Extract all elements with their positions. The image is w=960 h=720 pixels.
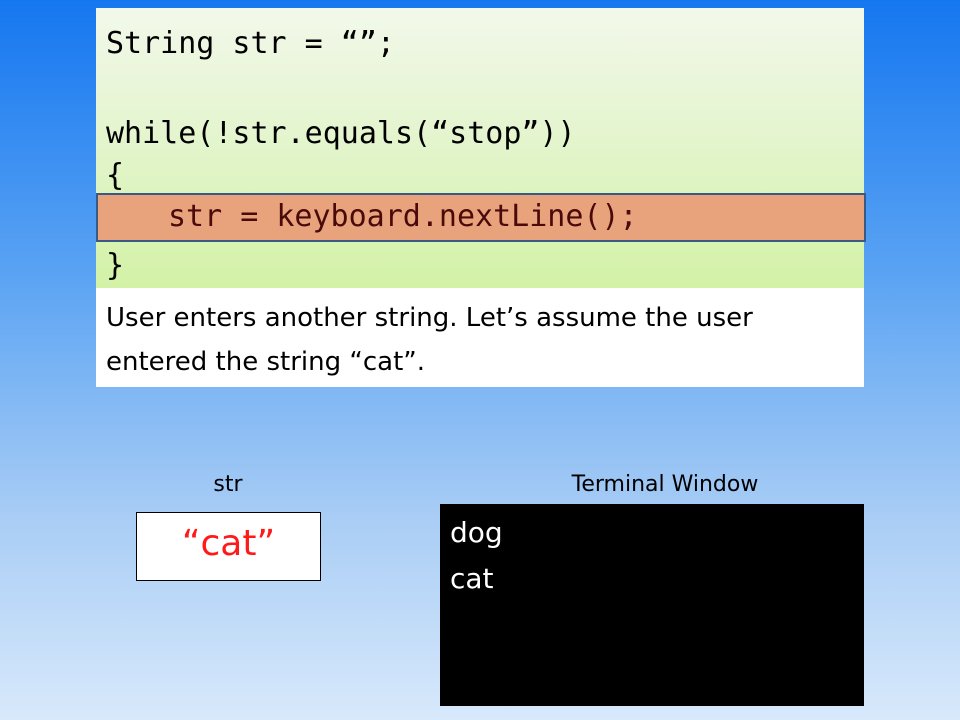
terminal-line: dog: [450, 516, 503, 549]
variable-value: “cat”: [181, 523, 276, 564]
variable-name-label: str: [213, 472, 243, 497]
variable-value-box: “cat”: [136, 512, 321, 581]
terminal-title: Terminal Window: [571, 472, 759, 497]
code-line-while: while(!str.equals(“stop”)): [106, 116, 576, 151]
code-line-readline: str = keyboard.nextLine();: [168, 199, 638, 234]
code-line-declaration: String str = “”;: [106, 26, 395, 61]
description-text: User enters another string. Let’s assume…: [106, 303, 753, 377]
code-line-close-brace: }: [106, 248, 125, 283]
code-line-open-brace: {: [106, 158, 125, 193]
description-box: User enters another string. Let’s assume…: [96, 288, 864, 387]
highlighted-code-line: str = keyboard.nextLine();: [96, 193, 866, 242]
code-panel: String str = “”; while(!str.equals(“stop…: [96, 8, 864, 288]
terminal-line: cat: [450, 562, 494, 595]
terminal-window: dog cat: [440, 504, 864, 706]
